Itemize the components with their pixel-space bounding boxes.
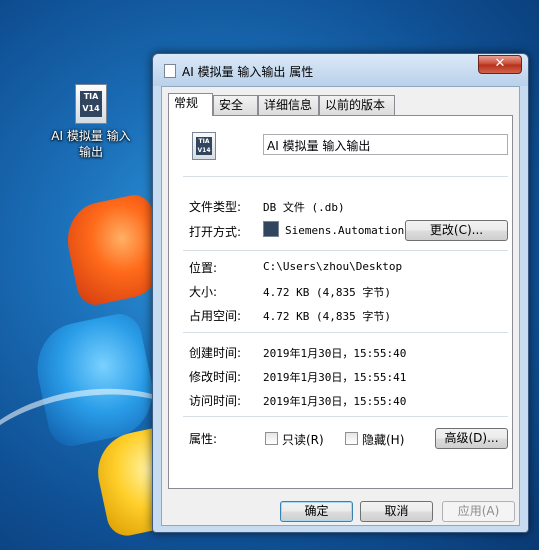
tia-file-icon-large: TIA V14 bbox=[192, 132, 216, 160]
ok-button[interactable]: 确定 bbox=[280, 501, 353, 522]
hidden-checkbox[interactable] bbox=[345, 432, 358, 445]
location-value: C:\Users\zhou\Desktop bbox=[263, 260, 403, 273]
tab-security[interactable]: 安全 bbox=[213, 95, 258, 115]
change-button[interactable]: 更改(C)... bbox=[405, 220, 508, 241]
tia-badge: TIA V14 bbox=[80, 91, 102, 117]
title-bar[interactable]: AI 模拟量 输入输出 属性 ✕ bbox=[153, 54, 528, 86]
tia-file-icon: TIA V14 bbox=[75, 84, 107, 124]
hidden-label[interactable]: 隐藏(H) bbox=[362, 431, 404, 448]
file-icon bbox=[164, 64, 176, 78]
size-on-disk-value: 4.72 KB (4,835 字节) bbox=[263, 310, 391, 323]
created-label: 创建时间: bbox=[189, 346, 242, 360]
separator bbox=[183, 416, 508, 417]
opens-with-label: 打开方式: bbox=[189, 225, 242, 239]
tab-general[interactable]: 常规 bbox=[168, 93, 213, 116]
general-tab-panel: TIA V14 AI 模拟量 输入输出 文件类型: DB 文件 (.db) 打开… bbox=[168, 115, 513, 489]
close-button[interactable]: ✕ bbox=[478, 55, 522, 74]
file-type-value: DB 文件 (.db) bbox=[263, 201, 345, 214]
desktop-file-icon[interactable]: TIA V14 AI 模拟量 输入输出 bbox=[50, 84, 132, 160]
window-title: AI 模拟量 输入输出 属性 bbox=[182, 65, 314, 79]
attributes-label: 属性: bbox=[189, 432, 218, 446]
separator bbox=[183, 250, 508, 251]
size-value: 4.72 KB (4,835 字节) bbox=[263, 286, 391, 299]
dialog-client-area: 常规 安全 详细信息 以前的版本 TIA V14 AI 模拟量 输入输出 文件类… bbox=[161, 86, 520, 526]
separator bbox=[183, 332, 508, 333]
file-name-input[interactable]: AI 模拟量 输入输出 bbox=[263, 134, 508, 155]
tab-details[interactable]: 详细信息 bbox=[258, 95, 319, 115]
readonly-checkbox[interactable] bbox=[265, 432, 278, 445]
size-on-disk-label: 占用空间: bbox=[189, 309, 242, 323]
desktop-file-label: AI 模拟量 输入输出 bbox=[51, 129, 131, 159]
apply-button[interactable]: 应用(A) bbox=[442, 501, 515, 522]
properties-dialog: AI 模拟量 输入输出 属性 ✕ 常规 安全 详细信息 以前的版本 TIA V1… bbox=[152, 53, 529, 533]
created-value: 2019年1月30日，15:55:40 bbox=[263, 347, 407, 360]
opens-with-value: Siemens.Automation. bbox=[285, 224, 411, 237]
file-type-label: 文件类型: bbox=[189, 200, 242, 214]
accessed-value: 2019年1月30日，15:55:40 bbox=[263, 395, 407, 408]
size-label: 大小: bbox=[189, 285, 218, 299]
cancel-button[interactable]: 取消 bbox=[360, 501, 433, 522]
tab-previous-versions[interactable]: 以前的版本 bbox=[319, 95, 395, 115]
location-label: 位置: bbox=[189, 261, 218, 275]
readonly-label[interactable]: 只读(R) bbox=[282, 431, 324, 448]
tia-app-icon bbox=[263, 221, 279, 237]
modified-value: 2019年1月30日，15:55:41 bbox=[263, 371, 407, 384]
accessed-label: 访问时间: bbox=[189, 394, 242, 408]
advanced-button[interactable]: 高级(D)... bbox=[435, 428, 508, 449]
separator bbox=[183, 176, 508, 177]
modified-label: 修改时间: bbox=[189, 370, 242, 384]
